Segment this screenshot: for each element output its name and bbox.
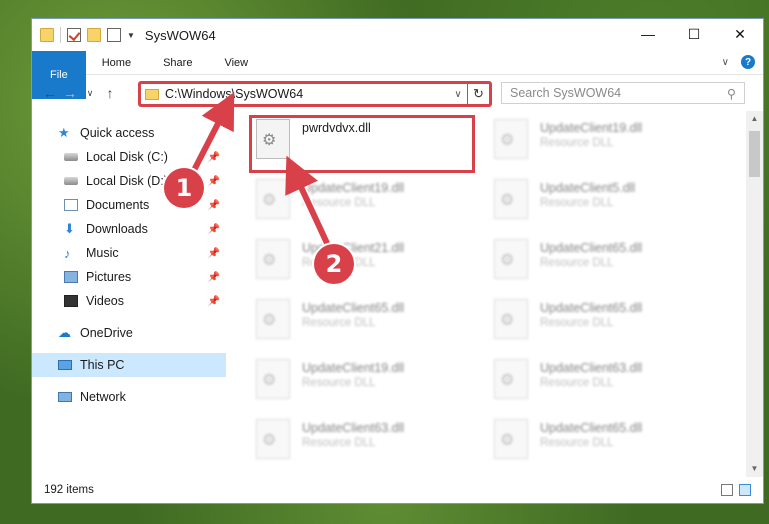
step-1-badge: 1: [164, 168, 204, 208]
step-2-badge: 2: [314, 244, 354, 284]
arrow-2: [285, 155, 335, 256]
annotation-arrows: [185, 91, 337, 256]
arrow-1: [187, 91, 235, 180]
